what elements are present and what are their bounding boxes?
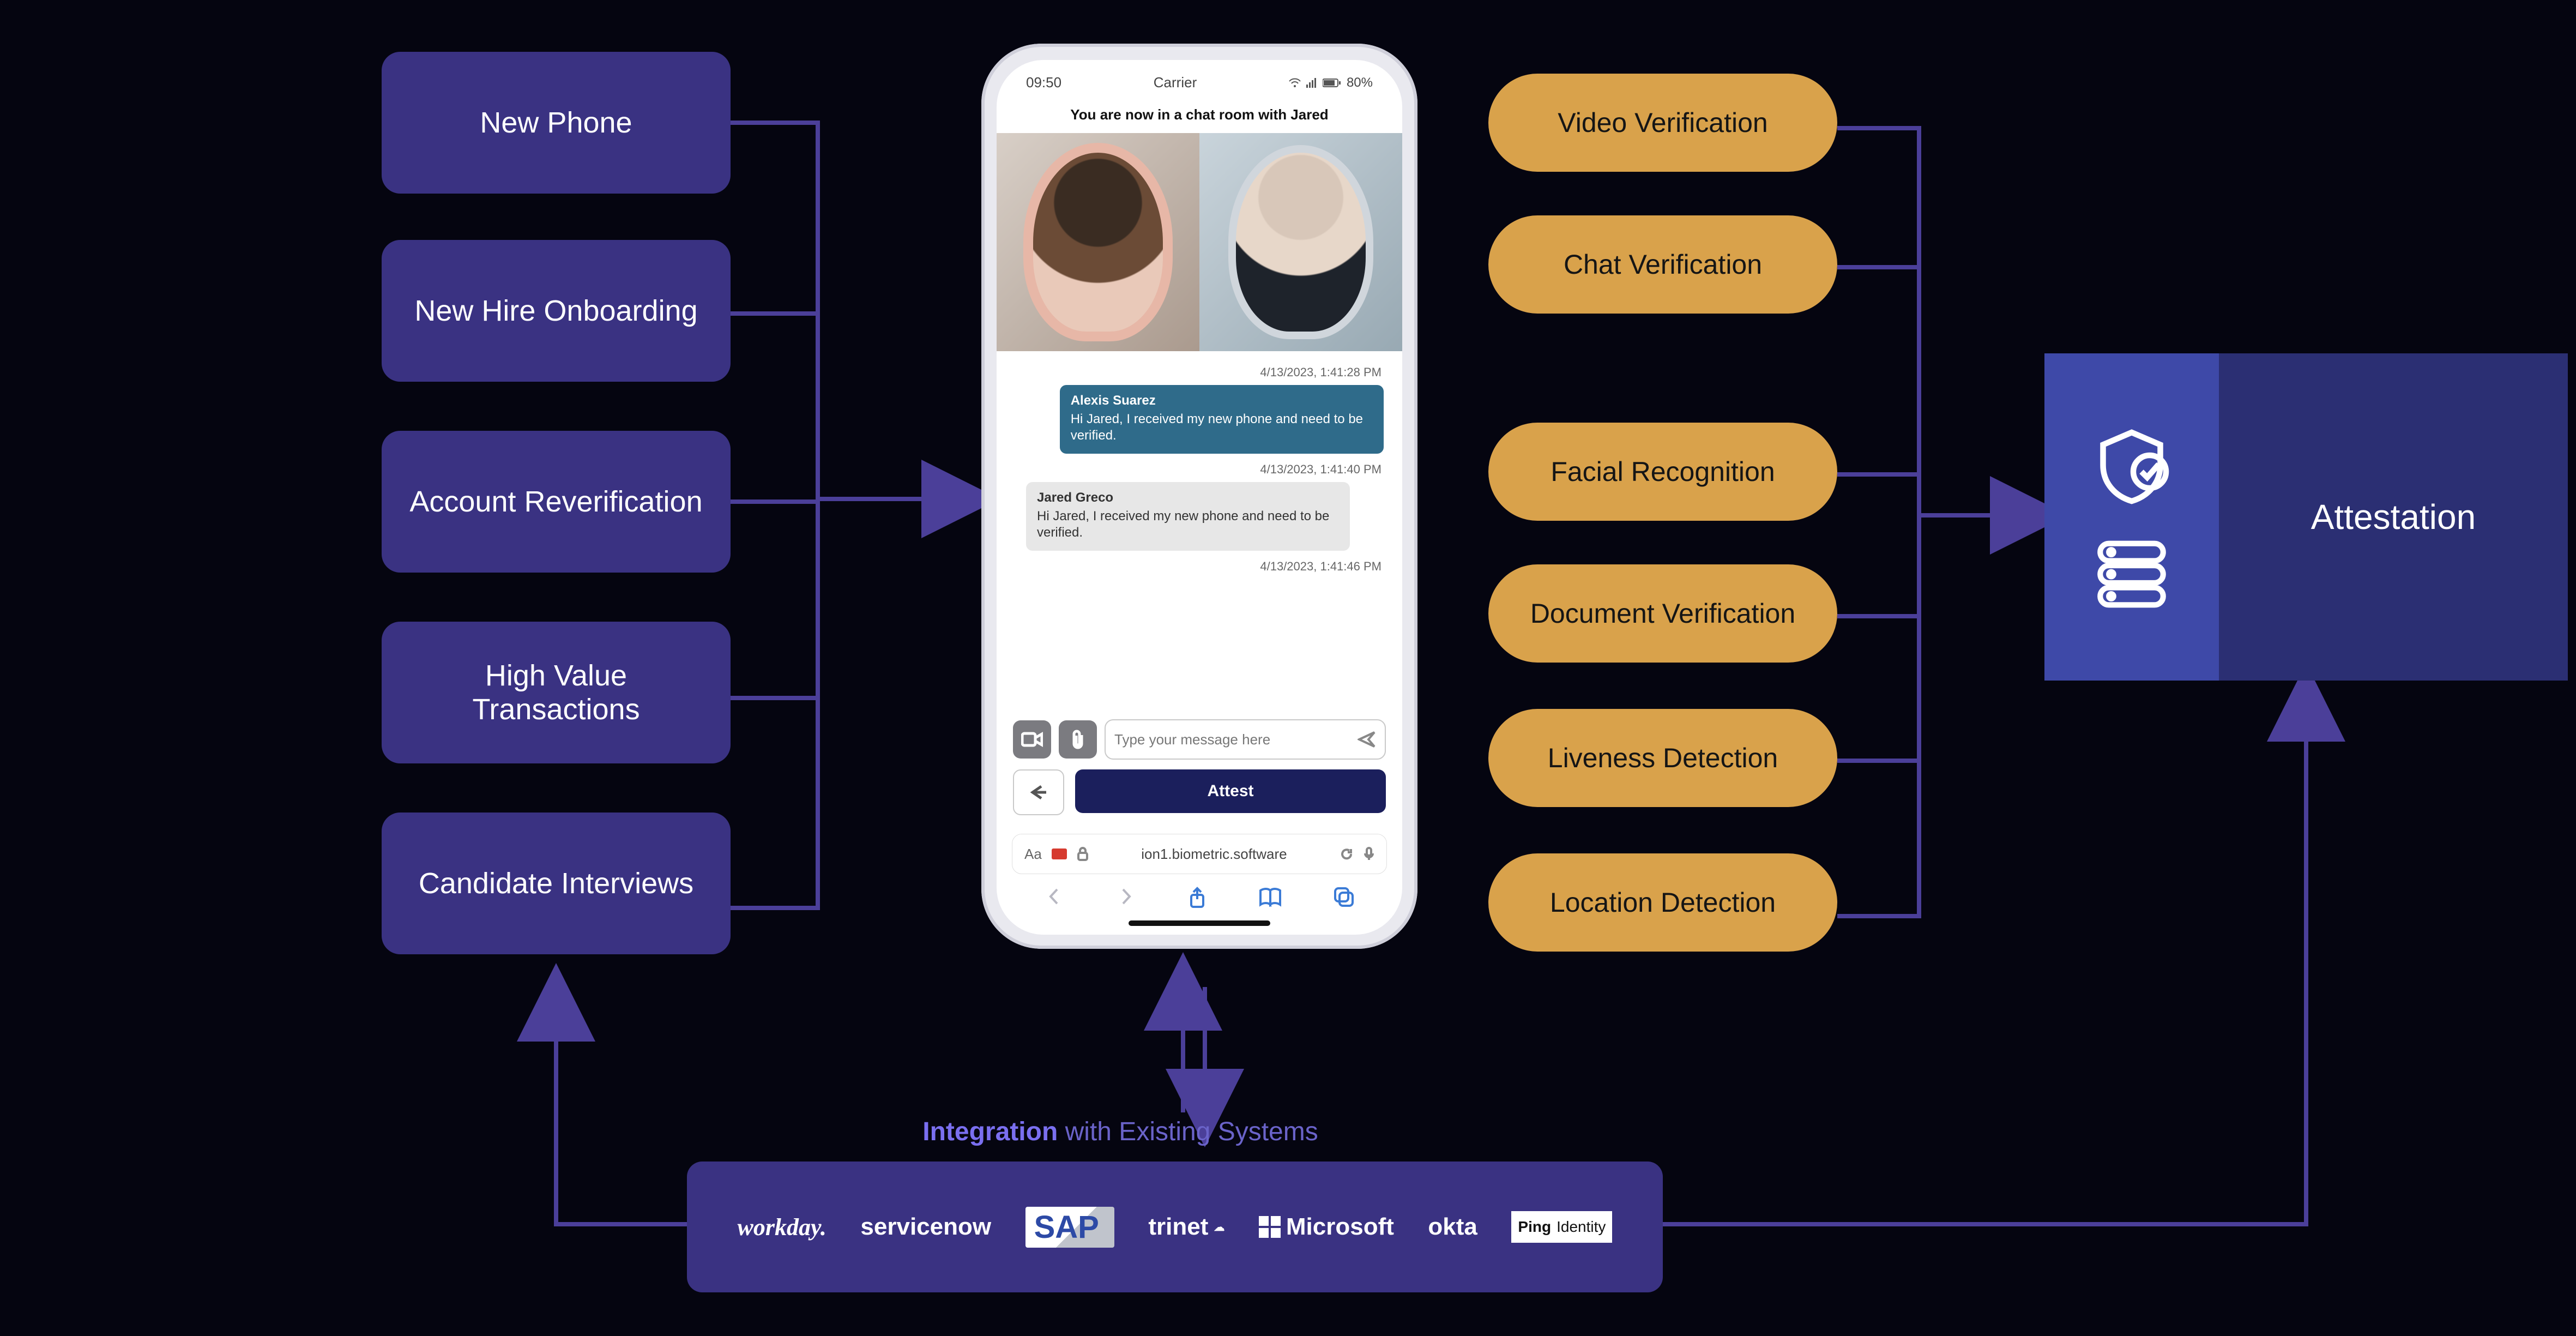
send-icon [1358,730,1376,749]
refresh-icon[interactable] [1340,847,1354,861]
pill-video-verification: Video Verification [1488,74,1837,172]
video-call-row [997,133,1402,351]
text-size-control[interactable]: Aa [1024,846,1042,863]
microphone-icon[interactable] [1364,847,1374,861]
chat-bubble-received: Jared Greco Hi Jared, I received my new … [1026,482,1350,551]
nav-back[interactable] [1044,886,1065,912]
attestation-block: Attestation [2044,353,2568,681]
logo-sap: SAP [1025,1207,1114,1248]
logo-microsoft: Microsoft [1259,1213,1394,1241]
logo-servicenow: servicenow [860,1213,991,1241]
attachment-button[interactable] [1059,720,1097,759]
video-icon [1021,731,1043,748]
book-icon [1258,886,1282,907]
shield-check-icon [2088,424,2175,506]
battery-icon [1323,78,1341,88]
pill-chat-verification: Chat Verification [1488,215,1837,314]
video-toggle-button[interactable] [1013,720,1051,759]
msg-timestamp: 4/13/2023, 1:41:40 PM [1017,462,1381,477]
usecase-reverification: Account Reverification [382,431,731,573]
chat-room-header: You are now in a chat room with Jared [997,97,1402,133]
usecase-interviews: Candidate Interviews [382,813,731,954]
usecase-new-phone: New Phone [382,52,731,194]
recording-indicator-icon [1052,848,1067,859]
url-text: ion1.biometric.software [1099,846,1330,863]
attestation-label: Attestation [2219,353,2568,681]
usecase-high-value-tx: High Value Transactions [382,622,731,763]
msg-timestamp: 4/13/2023, 1:41:28 PM [1017,365,1381,380]
paperclip-icon [1071,730,1085,749]
lock-icon [1077,847,1089,861]
home-indicator [1129,920,1270,926]
chat-bubble-sent: Alexis Suarez Hi Jared, I received my ne… [1060,385,1384,454]
arrow-left-icon [1028,784,1049,801]
pill-location-detection: Location Detection [1488,853,1837,952]
video-tile-self [997,133,1199,351]
browser-url-bar[interactable]: Aa ion1.biometric.software [1012,834,1387,874]
integration-bar: workday. servicenow SAP trinet☁ Microsof… [687,1162,1663,1292]
pill-liveness-detection: Liveness Detection [1488,709,1837,807]
integration-caption: Integration with Existing Systems [687,1117,1554,1147]
status-carrier: Carrier [1154,74,1197,91]
phone-mockup: 09:50 Carrier 80% You are now in a chat … [981,44,1417,949]
nav-forward[interactable] [1115,886,1136,912]
phone-statusbar: 09:50 Carrier 80% [997,60,1402,97]
chevron-right-icon [1115,886,1136,907]
signal-icon [1306,78,1317,88]
nav-bookmarks[interactable] [1258,886,1282,912]
logo-trinet: trinet☁ [1148,1213,1224,1241]
pill-facial-recognition: Facial Recognition [1488,423,1837,521]
share-icon [1187,886,1208,909]
logo-ping-identity: PingIdentity [1511,1211,1612,1243]
nav-share[interactable] [1187,886,1208,912]
chat-transcript: 4/13/2023, 1:41:28 PM Alexis Suarez Hi J… [997,351,1402,712]
server-stack-icon [2088,539,2175,610]
compose-row: Type your message here [997,712,1402,767]
logo-workday: workday. [738,1213,827,1241]
wifi-icon [1289,78,1301,88]
chevron-left-icon [1044,886,1065,907]
msg-timestamp: 4/13/2023, 1:41:46 PM [1017,559,1381,574]
usecase-new-hire: New Hire Onboarding [382,240,731,382]
microsoft-icon [1259,1216,1281,1238]
back-button[interactable] [1013,769,1064,815]
video-tile-remote [1199,133,1402,351]
status-battery: 80% [1347,75,1373,91]
browser-navbar [997,874,1402,917]
logo-okta: okta [1428,1213,1477,1241]
status-time: 09:50 [1026,74,1061,91]
attest-button[interactable]: Attest [1075,769,1386,813]
pill-document-verification: Document Verification [1488,564,1837,663]
message-input[interactable]: Type your message here [1105,719,1386,760]
tabs-icon [1333,886,1355,908]
nav-tabs[interactable] [1333,886,1355,912]
